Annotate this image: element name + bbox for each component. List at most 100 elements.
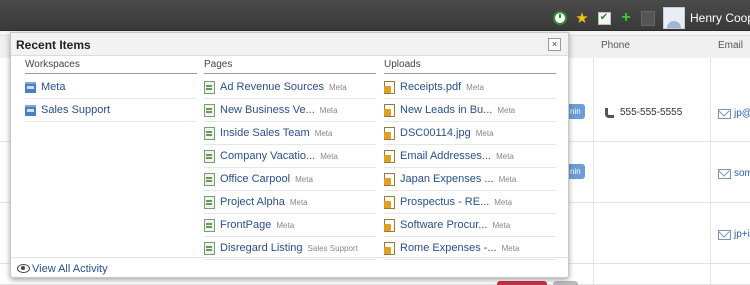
file-icon [384, 241, 395, 255]
page-icon [204, 172, 215, 186]
recent-items-panel: Recent Items × Workspaces Meta Sales Sup… [10, 32, 569, 278]
user-name[interactable]: Henry Cooper [690, 11, 750, 25]
item-workspace: Meta [319, 105, 338, 115]
mail-icon [718, 168, 731, 179]
page-item[interactable]: Company Vacatio... Meta [204, 145, 376, 168]
close-button[interactable]: × [548, 38, 561, 51]
item-label: DSC00114.jpg [400, 127, 471, 139]
page-item[interactable]: FrontPage Meta [204, 214, 376, 237]
item-workspace: Meta [276, 220, 295, 230]
eye-icon [17, 264, 30, 273]
item-workspace: Meta [501, 243, 520, 253]
column-divider [710, 58, 711, 284]
phone-icon [605, 107, 614, 118]
clock-icon[interactable] [553, 11, 567, 25]
item-workspace: Meta [475, 128, 494, 138]
top-icons: ★ ✔ + Henry Cooper [553, 7, 750, 29]
upload-item[interactable]: Prospectus - RE... Meta [384, 191, 556, 214]
item-workspace: Meta [314, 128, 333, 138]
page-icon [204, 126, 215, 140]
item-workspace: Meta [320, 151, 338, 161]
item-workspace: Meta [289, 197, 308, 207]
item-workspace: Meta [497, 105, 516, 115]
item-workspace: Meta [498, 174, 517, 184]
email-link[interactable]: som [734, 168, 750, 179]
workspace-item-meta[interactable]: Meta [25, 76, 197, 99]
pages-header: Pages [204, 59, 376, 74]
item-label: FrontPage [220, 219, 272, 231]
email-cell[interactable]: jp+ir [718, 229, 750, 240]
column-divider [593, 58, 594, 284]
page-icon [204, 103, 215, 117]
file-icon [384, 149, 395, 163]
upload-item[interactable]: Receipts.pdf Meta [384, 76, 556, 99]
item-label: Disregard Listing [220, 242, 303, 254]
email-cell[interactable]: som [718, 168, 750, 179]
item-label: Software Procur... [400, 219, 488, 231]
page-icon [204, 241, 215, 255]
page-item[interactable]: Ad Revenue Sources Meta [204, 76, 376, 99]
item-workspace: Meta [492, 220, 511, 230]
item-workspace: Sales Support [307, 243, 358, 253]
avatar[interactable] [663, 7, 685, 29]
page-item[interactable]: Project Alpha Meta [204, 191, 376, 214]
file-icon [384, 103, 395, 117]
page-icon [204, 195, 215, 209]
workspace-icon [25, 81, 36, 93]
star-icon[interactable]: ★ [575, 10, 589, 27]
checkbox-icon[interactable]: ✔ [597, 11, 611, 25]
view-all-activity-link[interactable]: View All Activity [32, 263, 108, 275]
upload-item[interactable]: Software Procur... Meta [384, 214, 556, 237]
email-link[interactable]: jp@ [734, 108, 750, 119]
uploads-header: Uploads [384, 59, 556, 74]
item-workspace: Meta [496, 151, 514, 161]
item-workspace: Meta [295, 174, 313, 184]
item-label: Company Vacatio... [220, 150, 316, 162]
workspace-item-sales-support[interactable]: Sales Support [25, 99, 197, 122]
workspace-icon [25, 104, 36, 116]
uploads-column: Uploads Receipts.pdf Meta New Leads in B… [384, 59, 556, 260]
page-item[interactable]: Office Carpool Meta [204, 168, 376, 191]
file-icon [384, 195, 395, 209]
square-icon[interactable] [641, 10, 655, 26]
upload-item[interactable]: Email Addresses... Meta [384, 145, 556, 168]
column-header-phone: Phone [601, 40, 630, 51]
item-label: Project Alpha [220, 196, 285, 208]
file-icon [384, 80, 395, 94]
file-icon [384, 172, 395, 186]
file-icon [384, 218, 395, 232]
phone-number: 555-555-5555 [620, 107, 683, 118]
workspaces-column: Workspaces Meta Sales Support [25, 59, 197, 122]
item-workspace: Meta [466, 82, 484, 92]
item-label: Japan Expenses ... [400, 173, 494, 185]
item-label: Rome Expenses -... [400, 242, 497, 254]
page-item[interactable]: New Business Ve... Meta [204, 99, 376, 122]
mail-icon [718, 108, 731, 119]
page-item[interactable]: Inside Sales Team Meta [204, 122, 376, 145]
page-icon [204, 218, 215, 232]
upload-item[interactable]: New Leads in Bu... Meta [384, 99, 556, 122]
item-label: New Leads in Bu... [400, 104, 493, 116]
column-header-email: Email [718, 40, 744, 51]
action-button[interactable] [553, 281, 578, 285]
upload-item[interactable]: DSC00114.jpg Meta [384, 122, 556, 145]
page-icon [204, 149, 215, 163]
page-icon [204, 80, 215, 94]
upload-item[interactable]: Japan Expenses ... Meta [384, 168, 556, 191]
top-bar: ★ ✔ + Henry Cooper [0, 0, 750, 31]
item-label: Meta [41, 81, 66, 93]
item-workspace: Meta [328, 82, 347, 92]
item-label: Receipts.pdf [400, 81, 462, 93]
file-icon [384, 126, 395, 140]
item-label: Sales Support [41, 104, 111, 116]
email-link[interactable]: jp+ir [734, 229, 750, 240]
phone-cell: 555-555-5555 [605, 107, 682, 118]
item-label: Inside Sales Team [220, 127, 310, 139]
panel-footer: View All Activity [11, 257, 568, 278]
plus-icon[interactable]: + [619, 9, 633, 26]
action-button[interactable] [497, 281, 547, 285]
item-workspace: Meta [494, 197, 513, 207]
email-cell[interactable]: jp@ [718, 108, 750, 119]
item-label: Email Addresses... [400, 150, 492, 162]
item-label: Office Carpool [220, 173, 291, 185]
